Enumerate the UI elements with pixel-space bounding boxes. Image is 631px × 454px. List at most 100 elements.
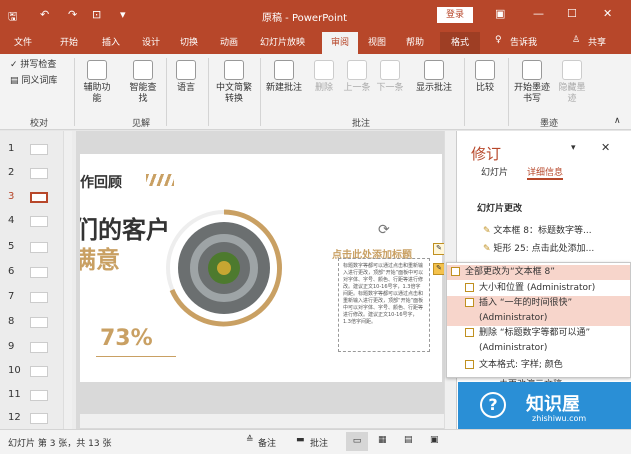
slide-thumbnail[interactable] <box>30 366 48 377</box>
chinese-conversion-button[interactable]: 中文简繁转换 <box>212 60 256 105</box>
slide-thumbnail[interactable] <box>30 342 48 353</box>
thumb-number: 5 <box>8 241 15 252</box>
delete-comment-button[interactable]: 删除 <box>308 60 340 94</box>
undo-icon[interactable]: ↶ <box>40 8 49 21</box>
tab-animations[interactable]: 动画 <box>220 35 238 48</box>
change-row[interactable]: 文本格式: 字样; 颜色 <box>447 358 630 373</box>
slide-title-line-2[interactable]: 满意 <box>80 240 120 275</box>
lightbulb-icon[interactable]: ♀ <box>495 35 502 45</box>
present-icon[interactable]: ⊡ <box>92 8 101 21</box>
tab-insert[interactable]: 插入 <box>102 35 120 48</box>
tab-slides[interactable]: 幻灯片 <box>481 165 508 178</box>
photo-ring <box>166 209 282 327</box>
tab-file[interactable]: 文件 <box>14 35 32 48</box>
comments-icon[interactable]: ▬ <box>296 435 305 445</box>
new-comment-button[interactable]: 新建批注 <box>264 60 304 94</box>
slide-thumbnail[interactable] <box>30 242 48 253</box>
notes-button[interactable]: 备注 <box>258 436 276 449</box>
slide-thumbnail[interactable] <box>30 317 48 328</box>
tab-home[interactable]: 开始 <box>60 35 78 48</box>
slide-heading[interactable]: 作回顾 <box>80 172 122 192</box>
slide-thumbnail[interactable] <box>30 292 48 303</box>
group-ink: 墨迹 <box>540 119 559 129</box>
tab-help[interactable]: 帮助 <box>406 35 424 48</box>
group-comments: 批注 <box>352 119 371 129</box>
reading-view-icon[interactable]: ▤ <box>404 435 413 445</box>
accessibility-button[interactable]: 辅助功能 <box>80 60 114 105</box>
tab-slideshow[interactable]: 幻灯片放映 <box>260 35 305 48</box>
checkbox[interactable] <box>451 267 460 276</box>
slide-thumbnail-selected[interactable] <box>30 192 48 203</box>
change-row-author: (Administrator) <box>479 343 548 353</box>
next-comment-button[interactable]: 下一条 <box>374 60 406 94</box>
tab-view[interactable]: 视图 <box>368 35 386 48</box>
minimize-icon[interactable]: — <box>533 7 544 20</box>
pane-close-icon[interactable]: ✕ <box>601 141 610 154</box>
collapse-ribbon-icon[interactable]: ∧ <box>614 116 621 126</box>
thumb-number: 8 <box>8 316 15 327</box>
qat-customize-icon[interactable]: ▾ <box>120 8 126 21</box>
language-button[interactable]: 语言 <box>172 60 200 94</box>
thumb-number: 6 <box>8 266 15 277</box>
slide-canvas[interactable]: 作回顾 们的客户 满意 73% 点击此处添加标题 标题数字等都可以通过点击和重新… <box>80 154 442 382</box>
slide-thumbnail[interactable] <box>30 168 48 179</box>
chinese-conversion-icon <box>224 60 244 80</box>
percent-figure[interactable]: 73% <box>100 326 153 351</box>
checkbox[interactable] <box>465 328 474 337</box>
maximize-icon[interactable]: ☐ <box>567 7 577 20</box>
normal-view-icon[interactable]: ▭ <box>346 432 368 451</box>
share-icon[interactable]: ♙ <box>572 35 580 45</box>
tab-details[interactable]: 详细信息 <box>527 165 564 180</box>
tell-me[interactable]: 告诉我 <box>510 35 537 48</box>
hide-ink-button[interactable]: 隐藏墨迹 <box>556 60 588 105</box>
change-row[interactable]: 大小和位置 (Administrator) <box>447 281 630 296</box>
thumb-number: 7 <box>8 291 15 302</box>
tab-design[interactable]: 设计 <box>142 35 160 48</box>
login-button[interactable]: 登录 <box>437 7 473 23</box>
change-row[interactable]: 删除 “标题数字等都可以通” <box>447 326 630 341</box>
status-bar: 幻灯片 第 3 张，共 13 张 ≙ 备注 ▬ 批注 ▭ ▦ ▤ ▣ <box>0 429 631 454</box>
sorter-view-icon[interactable]: ▦ <box>378 435 387 445</box>
pane-options-icon[interactable]: ▾ <box>571 143 576 153</box>
start-inking-button[interactable]: 开始墨迹书写 <box>512 60 552 105</box>
slideshow-view-icon[interactable]: ▣ <box>430 435 439 445</box>
slide-thumbnail[interactable] <box>30 413 48 424</box>
slide-thumbnail[interactable] <box>30 390 48 401</box>
show-comments-button[interactable]: 显示批注 <box>412 60 456 94</box>
watermark-cn: 知识屋 <box>526 394 580 415</box>
prev-comment-icon <box>347 60 367 80</box>
tab-format[interactable]: 格式 <box>440 32 480 54</box>
save-icon[interactable]: 🖫 <box>8 8 17 27</box>
thumb-number: 11 <box>8 389 21 400</box>
compare-icon <box>475 60 495 80</box>
change-row[interactable]: 插入 “一年的时间很快” <box>447 296 630 311</box>
ribbon-display-icon[interactable]: ▣ <box>495 7 505 20</box>
change-item[interactable]: ✎ 矩形 25: 点击此处添加... <box>483 241 617 254</box>
notes-icon[interactable]: ≙ <box>246 435 254 445</box>
slide-thumbnail[interactable] <box>30 144 48 155</box>
accept-all-row[interactable]: 全部更改为“文本框 8” <box>447 265 630 280</box>
rotate-handle-icon[interactable]: ⟳ <box>378 222 390 238</box>
close-icon[interactable]: ✕ <box>603 7 612 20</box>
horizontal-scrollbar[interactable] <box>80 414 444 428</box>
checkbox[interactable] <box>465 298 474 307</box>
thesaurus-button[interactable]: ▤ 同义词库 <box>10 76 57 87</box>
tab-review[interactable]: 审阅 <box>322 32 358 54</box>
compare-button[interactable]: 比较 <box>470 60 500 94</box>
spell-check-button[interactable]: ✓ 拼写检查 <box>10 60 56 71</box>
pencil-icon: ✎ <box>483 226 491 236</box>
checkbox[interactable] <box>465 283 474 292</box>
change-item[interactable]: ✎ 文本框 8：标题数字等... <box>483 223 617 236</box>
checkbox[interactable] <box>465 360 474 369</box>
slide-thumbnail[interactable] <box>30 267 48 278</box>
smart-lookup-button[interactable]: 智能查找 <box>128 60 158 105</box>
tab-transitions[interactable]: 切换 <box>180 35 198 48</box>
next-comment-icon <box>380 60 400 80</box>
slide-thumbnail[interactable] <box>30 216 48 227</box>
redo-icon[interactable]: ↷ <box>68 8 77 21</box>
prev-comment-button[interactable]: 上一条 <box>342 60 372 94</box>
comments-button[interactable]: 批注 <box>310 436 328 449</box>
share-button[interactable]: 共享 <box>588 35 606 48</box>
body-textbox[interactable]: 标题数字等都可以通过点击和重新输入进行更改，顶部“开始”面板中可以对字体、字号、… <box>338 258 430 352</box>
thumbnail-scrollbar[interactable] <box>63 131 72 429</box>
